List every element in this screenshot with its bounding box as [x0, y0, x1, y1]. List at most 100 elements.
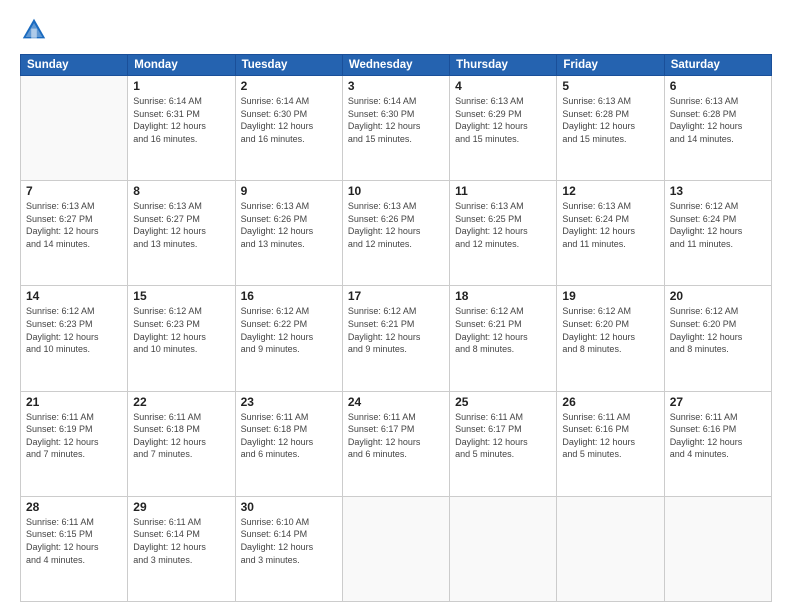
day-cell: [557, 496, 664, 601]
day-number: 29: [133, 500, 229, 514]
day-info: Sunrise: 6:14 AMSunset: 6:30 PMDaylight:…: [348, 95, 444, 145]
day-info: Sunrise: 6:14 AMSunset: 6:31 PMDaylight:…: [133, 95, 229, 145]
day-cell: 21Sunrise: 6:11 AMSunset: 6:19 PMDayligh…: [21, 391, 128, 496]
header-cell-friday: Friday: [557, 55, 664, 76]
day-number: 7: [26, 184, 122, 198]
day-cell: 20 Sunrise: 6:12 AMSunset: 6:20 PMDayligh…: [664, 286, 771, 391]
day-cell: 25 Sunrise: 6:11 AMSunset: 6:17 PMDayligh…: [450, 391, 557, 496]
day-number: 13: [670, 184, 766, 198]
day-cell: 18Sunrise: 6:12 AMSunset: 6:21 PMDayligh…: [450, 286, 557, 391]
header-cell-sunday: Sunday: [21, 55, 128, 76]
day-info: Sunrise: 6:11 AMSunset: 6:16 PMDaylight:…: [562, 411, 658, 461]
day-cell: 15 Sunrise: 6:12 AMSunset: 6:23 PMDayligh…: [128, 286, 235, 391]
day-info: Sunrise: 6:10 AMSunset: 6:14 PMDaylight:…: [241, 516, 337, 566]
calendar-header: SundayMondayTuesdayWednesdayThursdayFrid…: [21, 55, 772, 76]
day-cell: 12 Sunrise: 6:13 AMSunset: 6:24 PMDayligh…: [557, 181, 664, 286]
day-number: 24: [348, 395, 444, 409]
day-number: 8: [133, 184, 229, 198]
logo: [20, 16, 52, 44]
day-number: 4: [455, 79, 551, 93]
day-cell: [450, 496, 557, 601]
day-number: 3: [348, 79, 444, 93]
day-info: Sunrise: 6:13 AMSunset: 6:27 PMDaylight:…: [133, 200, 229, 250]
day-info: Sunrise: 6:12 AMSunset: 6:24 PMDaylight:…: [670, 200, 766, 250]
day-info: Sunrise: 6:13 AMSunset: 6:29 PMDaylight:…: [455, 95, 551, 145]
day-info: Sunrise: 6:13 AMSunset: 6:26 PMDaylight:…: [348, 200, 444, 250]
header-cell-monday: Monday: [128, 55, 235, 76]
day-cell: 16 Sunrise: 6:12 AMSunset: 6:22 PMDayligh…: [235, 286, 342, 391]
day-cell: 9 Sunrise: 6:13 AMSunset: 6:26 PMDaylight…: [235, 181, 342, 286]
day-cell: 7 Sunrise: 6:13 AMSunset: 6:27 PMDaylight…: [21, 181, 128, 286]
header-cell-saturday: Saturday: [664, 55, 771, 76]
day-cell: 24 Sunrise: 6:11 AMSunset: 6:17 PMDayligh…: [342, 391, 449, 496]
day-cell: 3 Sunrise: 6:14 AMSunset: 6:30 PMDaylight…: [342, 76, 449, 181]
day-cell: 13 Sunrise: 6:12 AMSunset: 6:24 PMDayligh…: [664, 181, 771, 286]
day-number: 2: [241, 79, 337, 93]
day-number: 21: [26, 395, 122, 409]
day-cell: 23 Sunrise: 6:11 AMSunset: 6:18 PMDayligh…: [235, 391, 342, 496]
day-number: 25: [455, 395, 551, 409]
day-cell: 26 Sunrise: 6:11 AMSunset: 6:16 PMDayligh…: [557, 391, 664, 496]
header-cell-tuesday: Tuesday: [235, 55, 342, 76]
day-number: 12: [562, 184, 658, 198]
day-info: Sunrise: 6:13 AMSunset: 6:26 PMDaylight:…: [241, 200, 337, 250]
day-info: Sunrise: 6:11 AMSunset: 6:17 PMDaylight:…: [455, 411, 551, 461]
day-number: 26: [562, 395, 658, 409]
day-info: Sunrise: 6:13 AMSunset: 6:27 PMDaylight:…: [26, 200, 122, 250]
day-number: 15: [133, 289, 229, 303]
day-info: Sunrise: 6:13 AMSunset: 6:25 PMDaylight:…: [455, 200, 551, 250]
day-number: 20: [670, 289, 766, 303]
day-number: 9: [241, 184, 337, 198]
day-cell: 19 Sunrise: 6:12 AMSunset: 6:20 PMDayligh…: [557, 286, 664, 391]
day-info: Sunrise: 6:13 AMSunset: 6:28 PMDaylight:…: [562, 95, 658, 145]
header-cell-wednesday: Wednesday: [342, 55, 449, 76]
day-cell: [664, 496, 771, 601]
day-info: Sunrise: 6:12 AMSunset: 6:22 PMDaylight:…: [241, 305, 337, 355]
day-number: 17: [348, 289, 444, 303]
day-cell: 5 Sunrise: 6:13 AMSunset: 6:28 PMDaylight…: [557, 76, 664, 181]
day-number: 5: [562, 79, 658, 93]
day-info: Sunrise: 6:12 AMSunset: 6:21 PMDaylight:…: [348, 305, 444, 355]
day-info: Sunrise: 6:11 AMSunset: 6:15 PMDaylight:…: [26, 516, 122, 566]
day-cell: 6Sunrise: 6:13 AMSunset: 6:28 PMDaylight…: [664, 76, 771, 181]
day-number: 16: [241, 289, 337, 303]
day-info: Sunrise: 6:11 AMSunset: 6:14 PMDaylight:…: [133, 516, 229, 566]
day-cell: [21, 76, 128, 181]
logo-icon: [20, 16, 48, 44]
day-cell: 27 Sunrise: 6:11 AMSunset: 6:16 PMDayligh…: [664, 391, 771, 496]
week-row-4: 28 Sunrise: 6:11 AMSunset: 6:15 PMDayligh…: [21, 496, 772, 601]
day-info: Sunrise: 6:12 AMSunset: 6:20 PMDaylight:…: [670, 305, 766, 355]
day-info: Sunrise: 6:14 AMSunset: 6:30 PMDaylight:…: [241, 95, 337, 145]
header-row: SundayMondayTuesdayWednesdayThursdayFrid…: [21, 55, 772, 76]
day-cell: 2 Sunrise: 6:14 AMSunset: 6:30 PMDaylight…: [235, 76, 342, 181]
day-number: 6: [670, 79, 766, 93]
day-number: 14: [26, 289, 122, 303]
day-cell: 29 Sunrise: 6:11 AMSunset: 6:14 PMDayligh…: [128, 496, 235, 601]
day-number: 23: [241, 395, 337, 409]
day-info: Sunrise: 6:11 AMSunset: 6:18 PMDaylight:…: [241, 411, 337, 461]
day-number: 10: [348, 184, 444, 198]
day-number: 11: [455, 184, 551, 198]
header-cell-thursday: Thursday: [450, 55, 557, 76]
day-number: 27: [670, 395, 766, 409]
calendar-body: 1 Sunrise: 6:14 AMSunset: 6:31 PMDaylight…: [21, 76, 772, 602]
day-number: 19: [562, 289, 658, 303]
day-info: Sunrise: 6:13 AMSunset: 6:24 PMDaylight:…: [562, 200, 658, 250]
day-cell: 14 Sunrise: 6:12 AMSunset: 6:23 PMDayligh…: [21, 286, 128, 391]
calendar-table: SundayMondayTuesdayWednesdayThursdayFrid…: [20, 54, 772, 602]
day-info: Sunrise: 6:11 AMSunset: 6:17 PMDaylight:…: [348, 411, 444, 461]
day-info: Sunrise: 6:12 AMSunset: 6:21 PMDaylight:…: [455, 305, 551, 355]
day-info: Sunrise: 6:12 AMSunset: 6:23 PMDaylight:…: [133, 305, 229, 355]
day-number: 28: [26, 500, 122, 514]
day-info: Sunrise: 6:11 AMSunset: 6:16 PMDaylight:…: [670, 411, 766, 461]
day-number: 1: [133, 79, 229, 93]
day-info: Sunrise: 6:12 AMSunset: 6:23 PMDaylight:…: [26, 305, 122, 355]
day-info: Sunrise: 6:12 AMSunset: 6:20 PMDaylight:…: [562, 305, 658, 355]
day-number: 22: [133, 395, 229, 409]
day-cell: 10 Sunrise: 6:13 AMSunset: 6:26 PMDayligh…: [342, 181, 449, 286]
day-cell: [342, 496, 449, 601]
day-cell: 8 Sunrise: 6:13 AMSunset: 6:27 PMDaylight…: [128, 181, 235, 286]
week-row-1: 7 Sunrise: 6:13 AMSunset: 6:27 PMDaylight…: [21, 181, 772, 286]
page: SundayMondayTuesdayWednesdayThursdayFrid…: [0, 0, 792, 612]
week-row-3: 21Sunrise: 6:11 AMSunset: 6:19 PMDayligh…: [21, 391, 772, 496]
